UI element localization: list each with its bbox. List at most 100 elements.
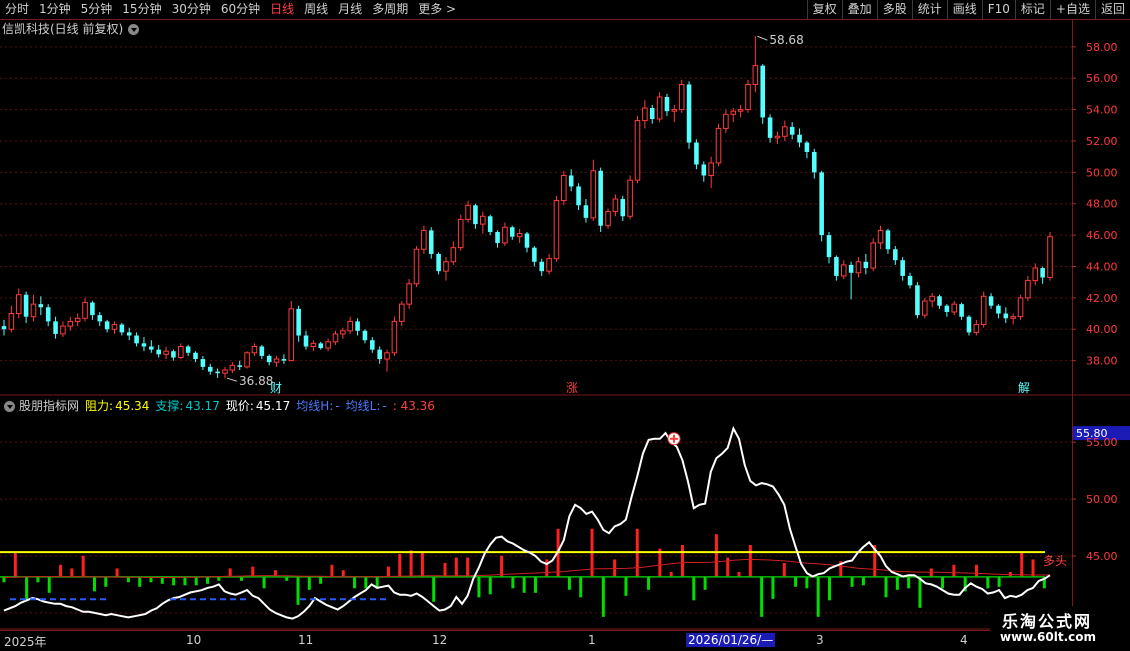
axis-label: 52.00 (1086, 135, 1118, 148)
indicator-bar (567, 576, 571, 590)
period-tab-4[interactable]: 30分钟 (167, 0, 216, 19)
toolbar-action-4[interactable]: 画线 (946, 0, 982, 19)
candle-body-down (318, 343, 324, 349)
indicator-bar (533, 576, 537, 593)
indicator-bar (228, 568, 232, 577)
candle-body-down (568, 175, 574, 187)
toolbar-action-6[interactable]: 标记 (1014, 0, 1050, 19)
candle-body-down (281, 359, 287, 361)
candle-body-down (38, 304, 44, 308)
candlestick-chart[interactable]: 58.68 36.88财 涨 解 (0, 20, 1072, 396)
axis-label: 56.00 (1086, 72, 1118, 85)
candle-body-down (863, 261, 869, 269)
candle-body-up (1047, 236, 1053, 278)
candle-body-up (671, 109, 678, 112)
candle-body-down (355, 321, 360, 331)
candle-body-down (377, 349, 382, 360)
period-tab-1[interactable]: 1分钟 (34, 0, 76, 19)
period-tab-6[interactable]: 日线 (265, 0, 299, 19)
candle-body-down (900, 260, 905, 276)
toolbar-action-2[interactable]: 多股 (876, 0, 912, 19)
candle-body-down (193, 352, 198, 360)
indicator-bar (138, 576, 142, 587)
event-marker-2: 解 (1018, 381, 1030, 395)
candle-body-up (251, 346, 258, 354)
indicator-bar (918, 576, 922, 608)
candle-body-down (266, 355, 272, 363)
period-tab-10[interactable]: 更多 > (413, 0, 461, 19)
candle-body-down (149, 346, 154, 350)
candle-body-up (656, 96, 663, 120)
candle-body-down (959, 304, 964, 317)
indicator-bar (601, 576, 605, 617)
period-tab-7[interactable]: 周线 (299, 0, 333, 19)
indicator-bar (420, 552, 424, 577)
candle-body-up (502, 226, 508, 244)
candle-body-up (745, 83, 751, 111)
axis-label: 58.00 (1086, 41, 1118, 54)
period-tab-2[interactable]: 5分钟 (76, 0, 118, 19)
candle-body-up (642, 107, 648, 122)
indicator-bar (760, 576, 764, 617)
ma-line (3, 559, 1051, 578)
candle-body-down (576, 186, 581, 206)
toolbar-action-5[interactable]: F10 (981, 0, 1015, 19)
period-tab-9[interactable]: 多周期 (367, 0, 413, 19)
candle-body-down (789, 126, 795, 135)
indicator-bar (647, 576, 651, 590)
candle-body-down (53, 321, 58, 334)
toolbar-action-7[interactable]: +自选 (1049, 0, 1095, 19)
indicator-bar (330, 564, 334, 577)
indicator-bar (194, 576, 198, 586)
candle-body-up (730, 110, 737, 115)
indicator-tail-text: 多头 (1043, 554, 1067, 568)
period-tab-3[interactable]: 15分钟 (117, 0, 166, 19)
period-tab-0[interactable]: 分时 (0, 0, 34, 19)
candle-body-up (782, 126, 788, 137)
indicator-bar (624, 576, 628, 596)
candle-body-up (1032, 267, 1039, 282)
candle-body-down (428, 230, 434, 254)
watermark-title: 乐淘公式网 (1002, 612, 1093, 631)
candle-body-up (398, 303, 405, 322)
indicator-chart[interactable]: 多头 (0, 396, 1072, 630)
toolbar-action-0[interactable]: 复权 (806, 0, 842, 19)
candle-body-down (848, 264, 854, 273)
candle-body-down (524, 233, 530, 248)
candle-body-up (855, 261, 862, 274)
indicator-bar (850, 576, 854, 587)
period-tab-8[interactable]: 月线 (333, 0, 367, 19)
indicator-bar (997, 576, 1001, 587)
candle-body-down (90, 302, 95, 316)
candle-body-down (583, 205, 589, 218)
candle-body-up (273, 358, 280, 363)
toolbar-action-1[interactable]: 叠加 (841, 0, 877, 19)
indicator-bar (386, 566, 390, 577)
indicator-axis-label: 45.00 (1086, 550, 1118, 563)
candle-body-down (1, 326, 7, 330)
period-tab-5[interactable]: 60分钟 (216, 0, 265, 19)
candle-body-down (893, 249, 898, 261)
candle-body-up (605, 211, 611, 227)
indicator-bar (782, 563, 786, 577)
candle-body-up (421, 229, 427, 250)
indicator-bar (986, 576, 990, 589)
indicator-bar (692, 576, 696, 601)
candle-body-up (111, 324, 118, 330)
indicator-axis: 55.8055.0050.0045.0040.00 (1072, 396, 1130, 630)
toolbar-action-3[interactable]: 统计 (911, 0, 947, 19)
axis-label: 38.00 (1086, 355, 1118, 368)
candle-body-up (406, 283, 412, 305)
candle-body-down (996, 305, 1001, 314)
candle-body-up (60, 325, 66, 335)
indicator-bar (703, 576, 707, 590)
candle-body-down (156, 349, 161, 355)
candle-body-down (207, 366, 213, 372)
toolbar-action-8[interactable]: 返回 (1094, 0, 1130, 19)
indicator-bar (432, 576, 436, 602)
indicator-bar (522, 576, 526, 593)
candle-body-down (1040, 268, 1045, 278)
watermark: 乐淘公式网 www.60lt.com (990, 606, 1130, 650)
candle-body-down (436, 253, 441, 272)
indicator-bar (907, 576, 911, 589)
